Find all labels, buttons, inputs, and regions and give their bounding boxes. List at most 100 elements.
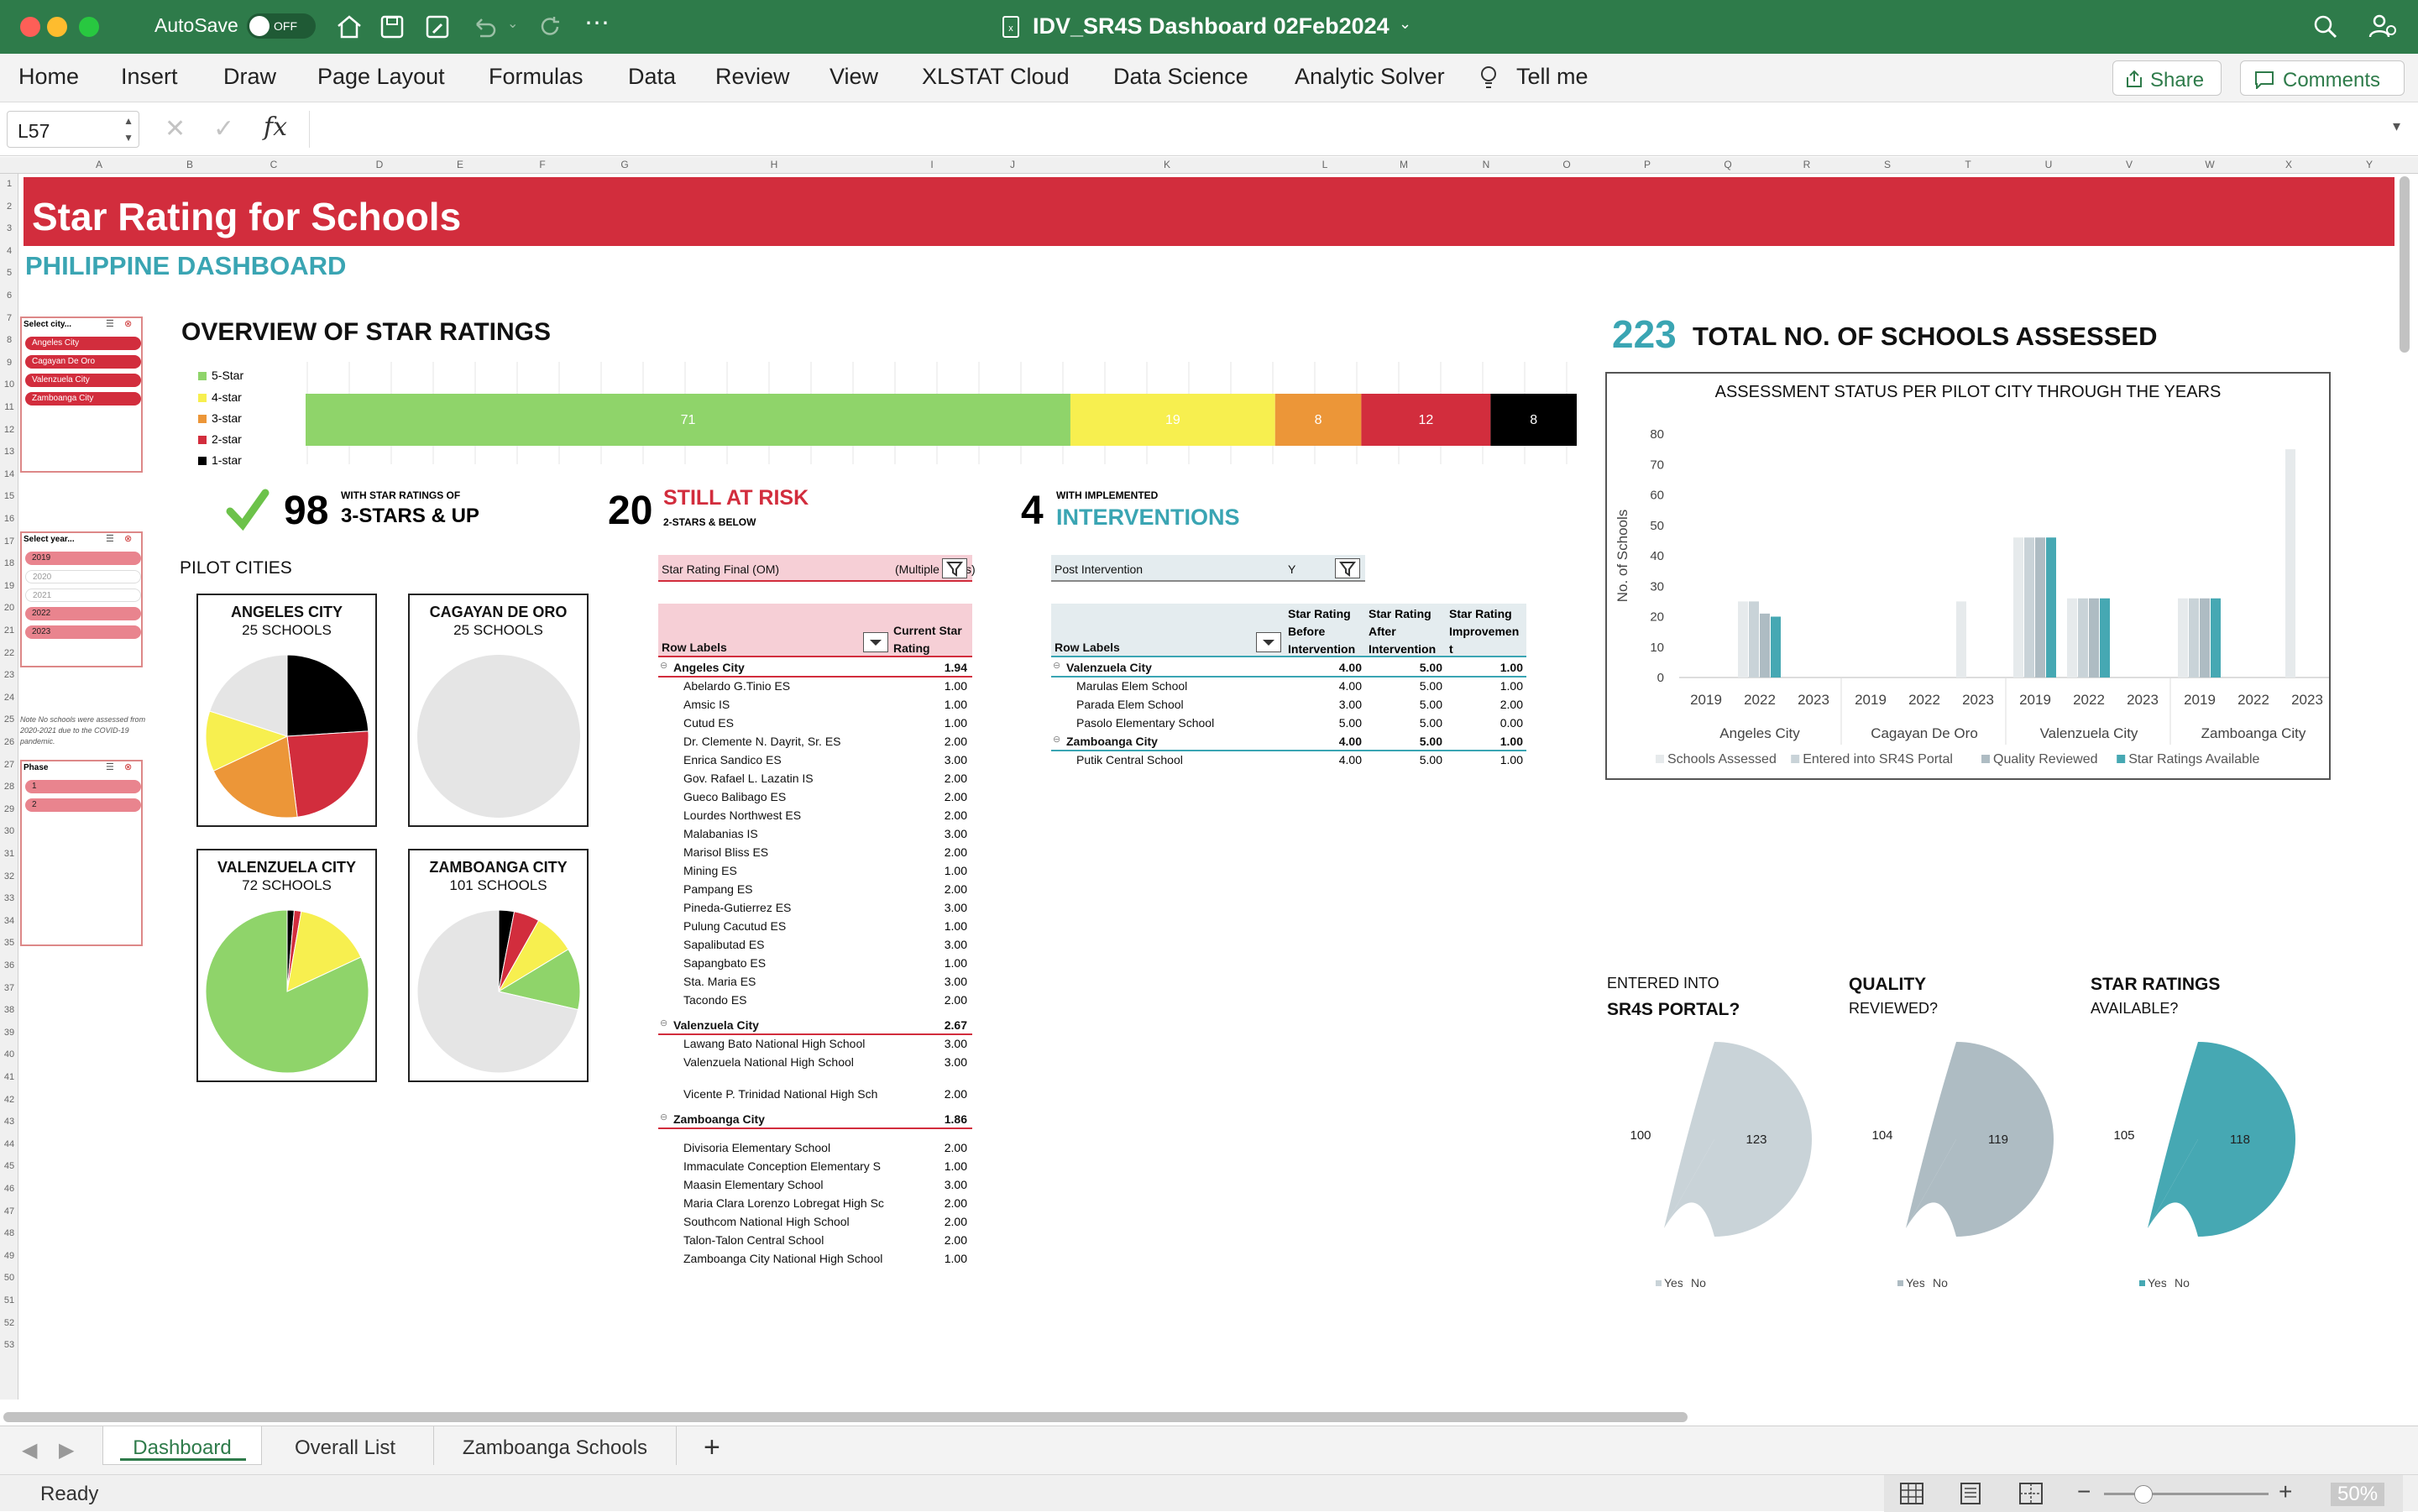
page-layout-view-icon[interactable] [1958, 1482, 1983, 1505]
share-button[interactable]: Share [2112, 60, 2222, 96]
comments-button[interactable]: Comments [2240, 60, 2405, 96]
row-header[interactable]: 40 [0, 1049, 18, 1059]
row-header[interactable]: 21 [0, 625, 18, 636]
menu-home[interactable]: Home [18, 64, 79, 90]
confirm-icon[interactable]: ✓ [213, 114, 234, 144]
minimize-window-button[interactable] [47, 17, 67, 37]
name-box[interactable]: L57 ▲ ▼ [7, 111, 139, 148]
row-header[interactable]: 29 [0, 804, 18, 814]
row-header[interactable]: 30 [0, 826, 18, 836]
column-header[interactable]: W [2185, 159, 2235, 170]
slicer-item-angeles[interactable]: Angeles City [25, 337, 141, 350]
tab-prev-icon[interactable]: ◀ [22, 1438, 37, 1462]
column-header[interactable]: C [249, 159, 299, 170]
zoom-slider-thumb[interactable] [2134, 1485, 2153, 1504]
menu-review[interactable]: Review [715, 64, 790, 90]
slicer-item-phase2[interactable]: 2 [25, 798, 141, 812]
menu-analytic-solver[interactable]: Analytic Solver [1295, 64, 1445, 90]
name-box-up-icon[interactable]: ▲ [123, 115, 133, 127]
more-icon[interactable]: ⋯ [584, 8, 611, 38]
row-header[interactable]: 14 [0, 469, 18, 479]
row-header[interactable]: 27 [0, 760, 18, 770]
row-header[interactable]: 46 [0, 1184, 18, 1194]
autosave-toggle[interactable]: OFF [247, 13, 316, 39]
row-header[interactable]: 7 [0, 313, 18, 323]
menu-draw[interactable]: Draw [223, 64, 276, 90]
row-header[interactable]: 51 [0, 1295, 18, 1305]
dropdown-icon[interactable] [1256, 632, 1281, 652]
search-icon[interactable] [2312, 13, 2339, 40]
column-header[interactable]: P [1622, 159, 1672, 170]
clear-filter-icon[interactable]: ⊗ [124, 533, 132, 544]
column-header[interactable]: H [749, 159, 799, 170]
row-header[interactable]: 42 [0, 1095, 18, 1105]
insert-function-icon[interactable]: fx [264, 112, 287, 142]
row-header[interactable]: 18 [0, 558, 18, 568]
row-header[interactable]: 50 [0, 1273, 18, 1283]
row-header[interactable]: 22 [0, 648, 18, 658]
slicer-item-cagayan[interactable]: Cagayan De Oro [25, 355, 141, 369]
row-header[interactable]: 47 [0, 1206, 18, 1216]
column-header[interactable]: O [1541, 159, 1592, 170]
home-icon[interactable] [336, 14, 363, 39]
column-header[interactable]: G [599, 159, 650, 170]
column-header[interactable]: F [517, 159, 568, 170]
add-sheet-icon[interactable]: + [704, 1431, 720, 1464]
row-header[interactable]: 28 [0, 782, 18, 792]
zoom-level[interactable]: 50% [2331, 1483, 2385, 1506]
row-header[interactable]: 52 [0, 1318, 18, 1328]
row-header[interactable]: 2 [0, 201, 18, 212]
row-header[interactable]: 19 [0, 581, 18, 591]
zoom-window-button[interactable] [79, 17, 99, 37]
menu-data[interactable]: Data [628, 64, 676, 90]
row-header[interactable]: 38 [0, 1005, 18, 1015]
row-header[interactable]: 4 [0, 246, 18, 256]
multiselect-icon[interactable]: ☰ [106, 318, 114, 329]
column-header[interactable]: B [165, 159, 215, 170]
column-header[interactable]: N [1461, 159, 1511, 170]
row-header[interactable]: 3 [0, 223, 18, 233]
multiselect-icon[interactable]: ☰ [106, 761, 114, 772]
slicer-item-2020[interactable]: 2020 [25, 570, 141, 583]
row-header[interactable]: 10 [0, 379, 18, 390]
dropdown-icon[interactable] [863, 632, 888, 652]
row-header[interactable]: 37 [0, 983, 18, 993]
column-header[interactable]: Y [2344, 159, 2394, 170]
row-header[interactable]: 31 [0, 849, 18, 859]
slicer-item-2023[interactable]: 2023 [25, 625, 141, 639]
formula-input[interactable] [309, 111, 2391, 148]
save-as-icon[interactable] [425, 14, 450, 39]
column-header[interactable]: V [2104, 159, 2154, 170]
clear-filter-icon[interactable]: ⊗ [124, 761, 132, 772]
row-header[interactable]: 35 [0, 938, 18, 948]
slicer-item-2021[interactable]: 2021 [25, 589, 141, 602]
tab-next-icon[interactable]: ▶ [59, 1438, 74, 1462]
row-header[interactable]: 48 [0, 1228, 18, 1238]
horizontal-scrollbar[interactable] [3, 1412, 1688, 1422]
column-header[interactable]: E [435, 159, 485, 170]
row-header[interactable]: 43 [0, 1117, 18, 1127]
city-slicer[interactable]: Select city... ☰ ⊗ Angeles City Cagayan … [20, 317, 143, 473]
slicer-item-phase1[interactable]: 1 [25, 780, 141, 793]
zoom-in-icon[interactable]: + [2279, 1478, 2292, 1505]
save-icon[interactable] [379, 14, 405, 39]
column-header[interactable]: R [1782, 159, 1832, 170]
filter-icon[interactable] [1335, 558, 1360, 578]
row-header[interactable]: 53 [0, 1340, 18, 1350]
row-header[interactable]: 9 [0, 358, 18, 368]
column-header[interactable]: I [907, 159, 957, 170]
menu-formulas[interactable]: Formulas [489, 64, 584, 90]
row-header[interactable]: 20 [0, 603, 18, 613]
row-header[interactable]: 6 [0, 290, 18, 301]
slicer-item-zamboanga[interactable]: Zamboanga City [25, 392, 141, 405]
clear-filter-icon[interactable]: ⊗ [124, 318, 132, 329]
cancel-icon[interactable]: ✕ [165, 114, 186, 144]
undo-dropdown-icon[interactable]: ⌄ [507, 15, 518, 32]
redo-icon[interactable] [537, 14, 563, 39]
column-header[interactable]: T [1943, 159, 1993, 170]
worksheet[interactable]: Star Rating for Schools PHILIPPINE DASHB… [18, 174, 2394, 1400]
normal-view-icon[interactable] [1899, 1482, 1924, 1505]
filter-icon[interactable] [942, 558, 967, 578]
account-icon[interactable] [2368, 12, 2398, 40]
column-header[interactable]: K [1142, 159, 1192, 170]
